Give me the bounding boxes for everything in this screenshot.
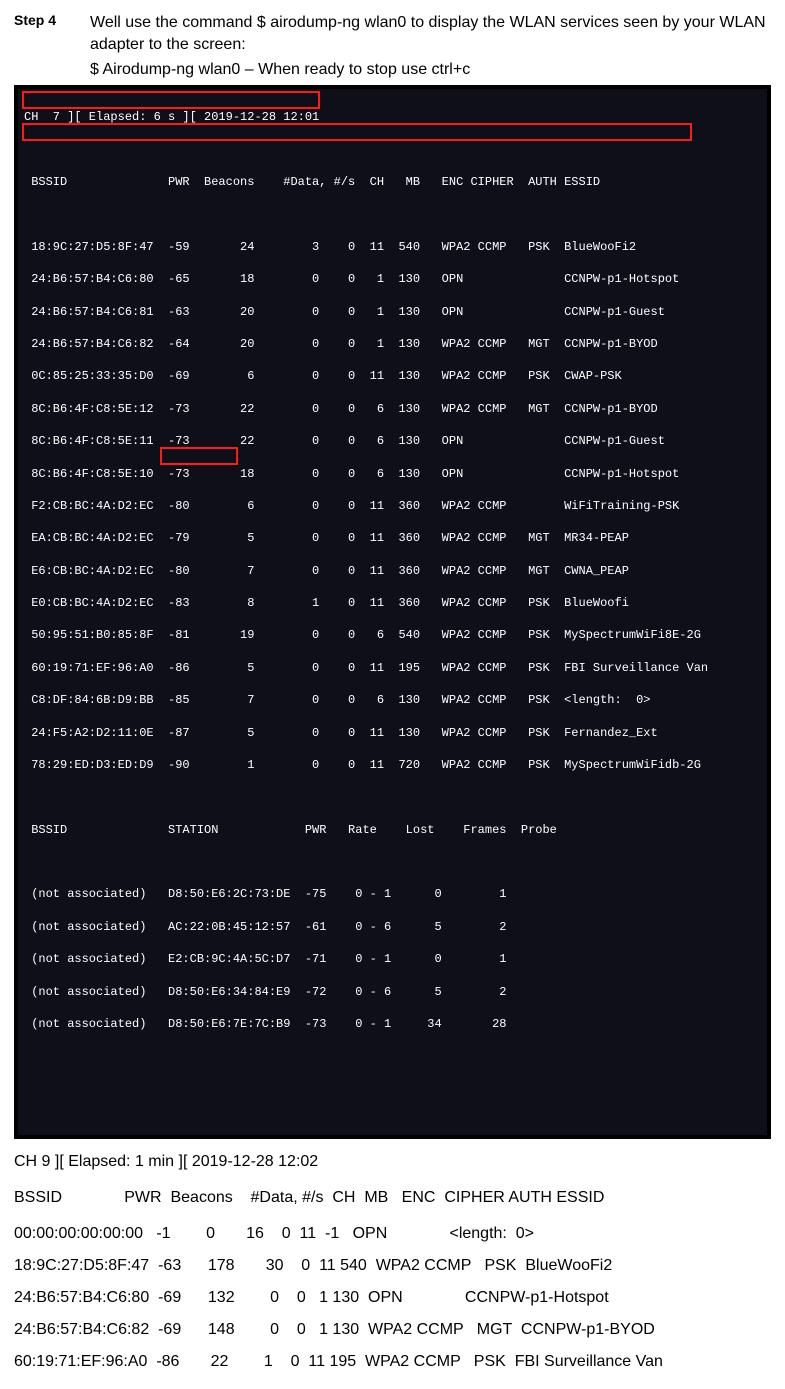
table-row: 18:9C:27:D5:8F:47 -63 178 30 0 11 540 WP… bbox=[14, 1257, 771, 1275]
table-row: 60:19:71:EF:96:A0 -86 5 0 0 11 195 WPA2 … bbox=[24, 660, 761, 676]
table-row: 24:B6:57:B4:C6:82 -64 20 0 0 1 130 WPA2 … bbox=[24, 336, 761, 352]
table-row: 8C:B6:4F:C8:5E:10 -73 18 0 0 6 130 OPN C… bbox=[24, 466, 761, 482]
table-row: 8C:B6:4F:C8:5E:12 -73 22 0 0 6 130 WPA2 … bbox=[24, 401, 761, 417]
table-row: C8:DF:84:6B:D9:BB -85 7 0 0 6 130 WPA2 C… bbox=[24, 692, 761, 708]
highlight-status bbox=[22, 91, 320, 109]
step-label: Step 4 bbox=[14, 12, 90, 28]
table-row: F2:CB:BC:4A:D2:EC -80 6 0 0 11 360 WPA2 … bbox=[24, 498, 761, 514]
table-row: 18:9C:27:D5:8F:47 -59 24 3 0 11 540 WPA2… bbox=[24, 239, 761, 255]
table-row: 60:19:71:EF:96:A0 -86 22 1 0 11 195 WPA2… bbox=[14, 1353, 771, 1371]
step-text: Well use the command $ airodump-ng wlan0… bbox=[90, 12, 771, 55]
table-row: 24:B6:57:B4:C6:80 -69 132 0 0 1 130 OPN … bbox=[14, 1289, 771, 1307]
table-row: (not associated) D8:50:E6:2C:73:DE -75 0… bbox=[24, 886, 761, 902]
table-row: (not associated) E2:CB:9C:4A:5C:D7 -71 0… bbox=[24, 951, 761, 967]
plain-header: BSSID PWR Beacons #Data, #/s CH MB ENC C… bbox=[14, 1189, 771, 1207]
highlight-station-column bbox=[160, 447, 238, 465]
table-row: (not associated) AC:22:0B:45:12:57 -61 0… bbox=[24, 919, 761, 935]
terminal-status-line: CH 7 ][ Elapsed: 6 s ][ 2019-12-28 12:01 bbox=[24, 109, 761, 125]
terminal-output: CH 7 ][ Elapsed: 6 s ][ 2019-12-28 12:01… bbox=[14, 85, 771, 1139]
table-row: 0C:85:25:33:35:D0 -69 6 0 0 11 130 WPA2 … bbox=[24, 368, 761, 384]
table-row: E0:CB:BC:4A:D2:EC -83 8 1 0 11 360 WPA2 … bbox=[24, 595, 761, 611]
plain-status-line: CH 9 ][ Elapsed: 1 min ][ 2019-12-28 12:… bbox=[14, 1153, 771, 1171]
table-row: 00:00:00:00:00:00 -1 0 16 0 11 -1 OPN <l… bbox=[14, 1225, 771, 1243]
table-row: 50:95:51:B0:85:8F -81 19 0 0 6 540 WPA2 … bbox=[24, 627, 761, 643]
highlight-ap-header bbox=[22, 123, 692, 141]
step-heading: Step 4 Well use the command $ airodump-n… bbox=[14, 12, 771, 55]
table-row: E6:CB:BC:4A:D2:EC -80 7 0 0 11 360 WPA2 … bbox=[24, 563, 761, 579]
table-row: 24:B6:57:B4:C6:82 -69 148 0 0 1 130 WPA2… bbox=[14, 1321, 771, 1339]
terminal-ap-header: BSSID PWR Beacons #Data, #/s CH MB ENC C… bbox=[24, 174, 761, 190]
plain-output: CH 9 ][ Elapsed: 1 min ][ 2019-12-28 12:… bbox=[14, 1153, 771, 1371]
table-row: 24:F5:A2:D2:11:0E -87 5 0 0 11 130 WPA2 … bbox=[24, 725, 761, 741]
terminal-station-header: BSSID STATION PWR Rate Lost Frames Probe bbox=[24, 822, 761, 838]
table-row: 24:B6:57:B4:C6:80 -65 18 0 0 1 130 OPN C… bbox=[24, 271, 761, 287]
table-row: EA:CB:BC:4A:D2:EC -79 5 0 0 11 360 WPA2 … bbox=[24, 530, 761, 546]
table-row: 78:29:ED:D3:ED:D9 -90 1 0 0 11 720 WPA2 … bbox=[24, 757, 761, 773]
step-command: $ Airodump-ng wlan0 – When ready to stop… bbox=[90, 61, 771, 79]
table-row: (not associated) D8:50:E6:34:84:E9 -72 0… bbox=[24, 984, 761, 1000]
table-row: 24:B6:57:B4:C6:81 -63 20 0 0 1 130 OPN C… bbox=[24, 304, 761, 320]
table-row: (not associated) D8:50:E6:7E:7C:B9 -73 0… bbox=[24, 1016, 761, 1032]
table-row: 8C:B6:4F:C8:5E:11 -73 22 0 0 6 130 OPN C… bbox=[24, 433, 761, 449]
